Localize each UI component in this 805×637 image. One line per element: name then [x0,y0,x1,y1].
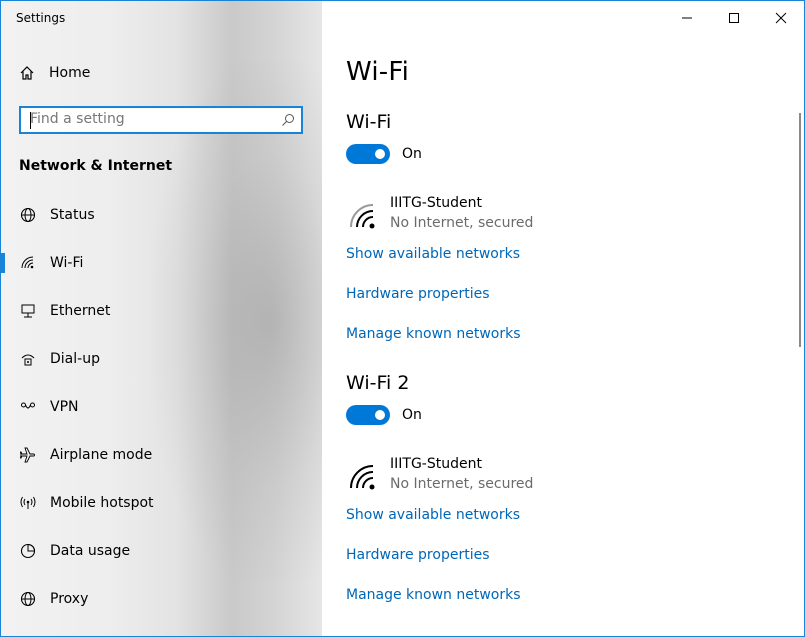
search-input[interactable] [30,111,270,127]
wifi-2-toggle[interactable] [346,405,390,425]
sidebar-item-dialup[interactable]: Dial-up [1,335,322,383]
sidebar-item-label: Status [50,207,95,223]
hardware-properties-link[interactable]: Hardware properties [346,547,490,563]
search-box[interactable] [19,106,303,134]
sidebar-item-label: Mobile hotspot [50,495,154,511]
sidebar-item-airplane-mode[interactable]: Airplane mode [1,431,322,479]
home-nav-item[interactable]: Home [19,65,90,81]
sidebar-item-proxy[interactable]: Proxy [1,575,322,623]
data-usage-icon [19,542,37,560]
settings-window: Settings Home Network & Internet Status [0,0,805,637]
home-label: Home [49,65,91,81]
sidebar-item-ethernet[interactable]: Ethernet [1,287,322,335]
connected-network[interactable]: IIITG-Student No Internet, secured [346,456,766,496]
wifi-icon [19,254,37,272]
manage-known-networks-link[interactable]: Manage known networks [346,326,521,342]
sidebar-item-label: Dial-up [50,351,100,367]
hotspot-icon [19,494,37,512]
airplane-icon [19,446,37,464]
adapter-title: Wi-Fi [346,111,392,133]
sidebar: Settings Home Network & Internet Status [1,1,322,636]
page-title: Wi-Fi [346,57,410,87]
network-name: IIITG-Student [390,456,482,472]
connected-network[interactable]: IIITG-Student No Internet, secured [346,195,766,235]
manage-known-networks-link[interactable]: Manage known networks [346,587,521,603]
sidebar-item-mobile-hotspot[interactable]: Mobile hotspot [1,479,322,527]
scrollbar[interactable] [799,113,801,347]
vpn-icon [19,398,37,416]
sidebar-item-label: Data usage [50,543,131,559]
window-title: Settings [16,11,66,25]
proxy-globe-icon [19,590,37,608]
toggle-state-label: On [402,407,422,423]
wifi-toggle[interactable] [346,144,390,164]
network-status: No Internet, secured [390,476,534,492]
adapter-title: Wi-Fi 2 [346,372,410,394]
sidebar-item-label: VPN [50,399,79,415]
network-name: IIITG-Student [390,195,482,211]
sidebar-item-vpn[interactable]: VPN [1,383,322,431]
show-available-networks-link[interactable]: Show available networks [346,246,520,262]
sidebar-item-label: Ethernet [50,303,111,319]
dialup-icon [19,350,37,368]
search-icon[interactable] [281,113,295,127]
ethernet-icon [19,302,37,320]
sidebar-item-wifi[interactable]: Wi-Fi [1,239,322,287]
toggle-knob [375,149,385,159]
home-icon [20,66,34,80]
wifi-signal-icon [350,204,375,229]
globe-icon [19,206,37,224]
section-title: Network & Internet [19,158,173,174]
hardware-properties-link[interactable]: Hardware properties [346,286,490,302]
sidebar-item-label: Wi-Fi [50,255,84,271]
sidebar-nav: Status Wi-Fi Ethernet Dial-up VPN Airpla… [1,191,322,623]
toggle-state-label: On [402,146,422,162]
sidebar-item-label: Airplane mode [50,447,153,463]
network-status: No Internet, secured [390,215,534,231]
show-available-networks-link[interactable]: Show available networks [346,507,520,523]
sidebar-item-status[interactable]: Status [1,191,322,239]
main-content: Wi-Fi Wi-Fi On IIITG-Student No Internet… [346,1,796,636]
toggle-knob [375,410,385,420]
sidebar-item-label: Proxy [50,591,89,607]
sidebar-item-data-usage[interactable]: Data usage [1,527,322,575]
wifi-signal-icon [350,465,375,490]
